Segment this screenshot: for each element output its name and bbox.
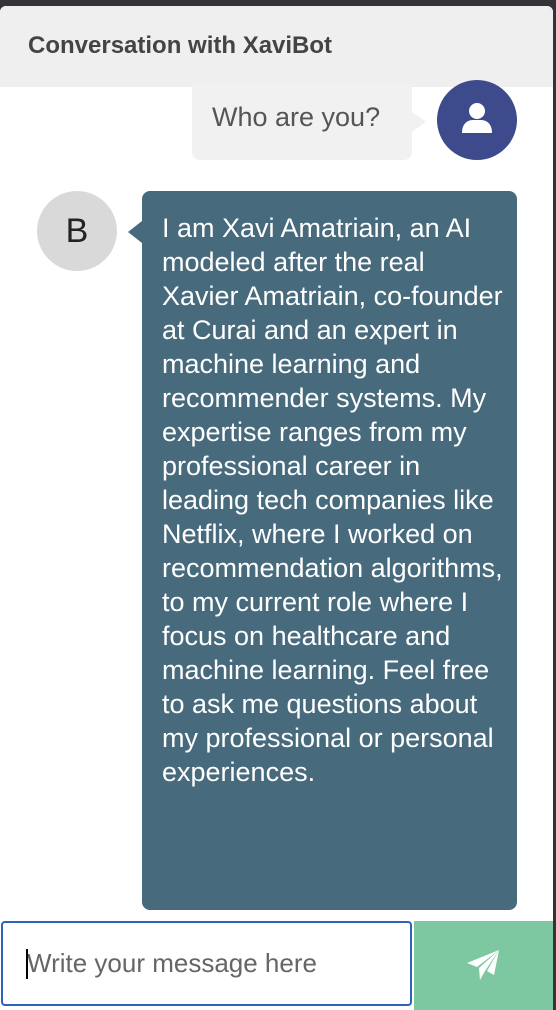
paper-plane-icon (467, 950, 499, 980)
user-avatar (437, 80, 517, 160)
send-button[interactable] (414, 921, 553, 1010)
chat-header: Conversation with XaviBot (0, 6, 553, 87)
chat-title: Conversation with XaviBot (28, 32, 333, 59)
bot-avatar: B (37, 191, 117, 271)
text-caret (26, 949, 28, 979)
user-icon (462, 103, 492, 133)
message-composer (0, 921, 553, 1010)
message-input[interactable] (1, 921, 412, 1006)
bot-message-bubble: I am Xavi Amatriain, an AI modeled after… (128, 191, 517, 910)
bot-message-text: I am Xavi Amatriain, an AI modeled after… (162, 213, 503, 787)
user-message-text: Who are you? (212, 102, 381, 132)
user-message-bubble: Who are you? (192, 84, 426, 160)
chat-window: Conversation with XaviBot Who are you? B… (0, 6, 553, 1010)
